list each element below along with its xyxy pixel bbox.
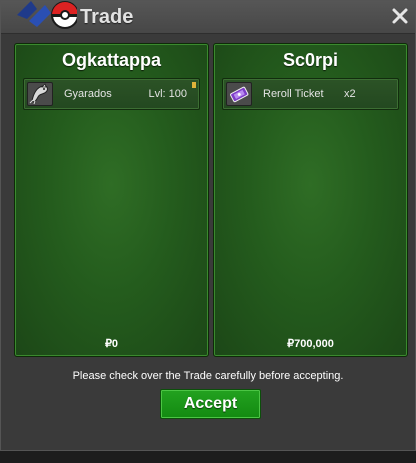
reroll-ticket-icon bbox=[226, 82, 252, 106]
item-name: Gyarados bbox=[64, 88, 112, 100]
trade-item-row[interactable]: Reroll Ticket x2 bbox=[222, 78, 399, 110]
money-amount-left: ₽0 bbox=[104, 338, 119, 350]
trade-window: Trade Ogkattappa Gyarados Lvl: 100 ₽0 Sc… bbox=[0, 0, 416, 451]
trade-panel-left: Ogkattappa Gyarados Lvl: 100 ₽0 bbox=[14, 43, 209, 357]
window-title: Trade bbox=[80, 6, 134, 28]
close-icon[interactable] bbox=[391, 7, 409, 25]
trade-item-row[interactable]: Gyarados Lvl: 100 bbox=[23, 78, 200, 110]
item-name: Reroll Ticket bbox=[263, 88, 324, 100]
trade-panel-right: Sc0rpi Reroll Ticket x2 ₽700,000 bbox=[213, 43, 408, 357]
player-name-left: Ogkattappa bbox=[61, 50, 162, 70]
accept-button[interactable]: Accept bbox=[160, 389, 261, 419]
trade-notice: Please check over the Trade carefully be… bbox=[72, 370, 344, 382]
item-indicator bbox=[192, 82, 196, 88]
item-quantity: x2 bbox=[344, 88, 356, 100]
title-bar[interactable]: Trade bbox=[1, 1, 415, 34]
gyarados-sprite-icon bbox=[27, 82, 53, 106]
player-name-right: Sc0rpi bbox=[282, 50, 339, 70]
item-level: Lvl: 100 bbox=[148, 88, 187, 100]
money-amount-right: ₽700,000 bbox=[287, 338, 334, 350]
pokeball-logo-icon bbox=[17, 1, 77, 29]
